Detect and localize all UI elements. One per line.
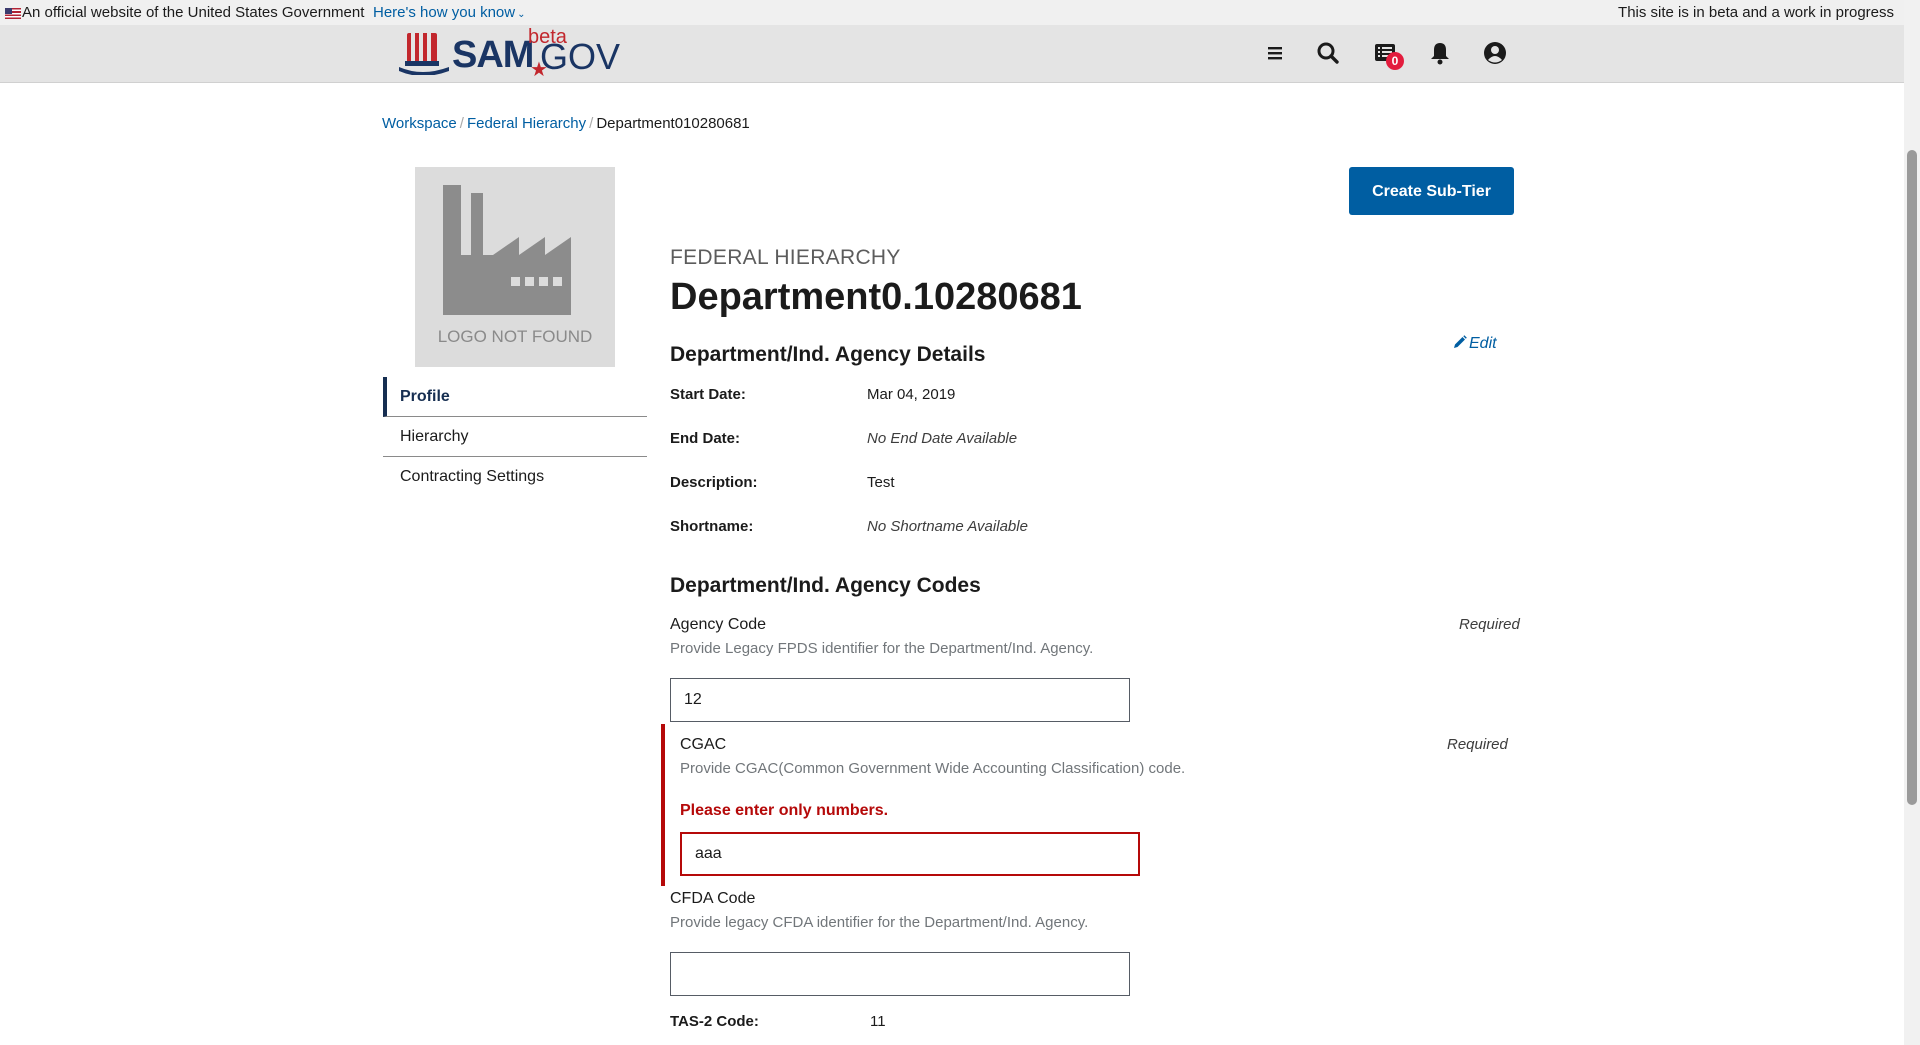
agency-code-input[interactable] (670, 678, 1130, 722)
site-header: SAM ★ GOV beta (0, 25, 1904, 83)
logo-not-found-text: LOGO NOT FOUND (437, 327, 593, 346)
breadcrumb: Workspace / Federal Hierarchy / Department01… (382, 115, 750, 132)
logo-beta-text: beta (528, 26, 567, 48)
page-eyebrow: FEDERAL HIERARCHY (670, 246, 901, 269)
breadcrumb-separator: / (589, 115, 594, 132)
uncle-sam-hat-icon (399, 33, 449, 75)
shortname-value: No Shortname Available (867, 518, 1028, 535)
beta-message: This site is in beta and a work in progr… (1618, 4, 1894, 21)
shortname-label: Shortname: (670, 518, 754, 535)
chevron-down-icon: ⌄ (517, 9, 526, 20)
gov-banner: An official website of the United States… (0, 0, 1904, 25)
sidenav-item-contracting-settings[interactable]: Contracting Settings (383, 457, 647, 497)
tas2-code-value: 11 (870, 1013, 886, 1030)
search-icon[interactable] (1313, 38, 1343, 68)
side-navigation: Profile Hierarchy Contracting Settings (383, 377, 647, 497)
pencil-icon (1454, 335, 1467, 348)
create-sub-tier-button[interactable]: Create Sub-Tier (1349, 167, 1514, 215)
edit-label: Edit (1469, 335, 1497, 352)
cgac-label: CGAC (680, 736, 727, 753)
notification-count-badge: 0 (1386, 52, 1404, 70)
user-account-icon[interactable] (1480, 38, 1510, 68)
factory-icon (443, 185, 571, 315)
description-value: Test (867, 474, 895, 491)
how-you-know-label: Here's how you know (373, 4, 516, 21)
cgac-required: Required (1447, 736, 1508, 753)
cfda-code-input[interactable] (670, 952, 1130, 996)
start-date-label: Start Date: (670, 386, 746, 403)
cgac-error-message: Please enter only numbers. (680, 802, 889, 819)
end-date-label: End Date: (670, 430, 741, 447)
agency-code-hint: Provide Legacy FPDS identifier for the D… (670, 640, 1094, 657)
logo-sam-text: SAM (452, 34, 534, 76)
cfda-code-label: CFDA Code (670, 890, 756, 907)
organization-logo-placeholder: LOGO NOT FOUND (415, 167, 615, 367)
us-flag-icon (5, 8, 21, 19)
sidenav-item-hierarchy[interactable]: Hierarchy (383, 417, 647, 457)
description-label: Description: (670, 474, 758, 491)
breadcrumb-workspace[interactable]: Workspace (382, 115, 457, 132)
edit-details-link[interactable]: Edit (1453, 335, 1497, 353)
menu-icon[interactable] (1260, 38, 1290, 68)
agency-code-label: Agency Code (670, 616, 767, 633)
breadcrumb-federal-hierarchy[interactable]: Federal Hierarchy (467, 115, 586, 132)
how-you-know-link[interactable]: Here's how you know ⌄ (373, 0, 526, 27)
breadcrumb-separator: / (459, 115, 464, 132)
official-site-text: An official website of the United States… (22, 4, 365, 21)
end-date-value: No End Date Available (867, 430, 1018, 447)
bell-icon[interactable] (1425, 38, 1455, 68)
agency-code-required: Required (1459, 616, 1520, 633)
scrollbar-thumb[interactable] (1907, 150, 1917, 805)
cfda-code-hint: Provide legacy CFDA identifier for the D… (670, 914, 1089, 931)
vertical-scrollbar[interactable] (1904, 0, 1920, 1045)
sidenav-item-profile[interactable]: Profile (383, 377, 647, 417)
page-title: Department0.10280681 (670, 276, 1082, 318)
tas2-code-label: TAS-2 Code: (670, 1013, 759, 1030)
details-section-title: Department/Ind. Agency Details (670, 343, 986, 366)
sam-gov-logo[interactable]: SAM ★ GOV beta (398, 26, 620, 81)
cgac-input[interactable] (680, 832, 1140, 876)
breadcrumb-current: Department010280681 (596, 115, 750, 132)
cgac-hint: Provide CGAC(Common Government Wide Acco… (680, 760, 1186, 777)
codes-section-title: Department/Ind. Agency Codes (670, 574, 981, 597)
start-date-value: Mar 04, 2019 (867, 386, 956, 403)
cgac-error-indicator (661, 724, 665, 886)
